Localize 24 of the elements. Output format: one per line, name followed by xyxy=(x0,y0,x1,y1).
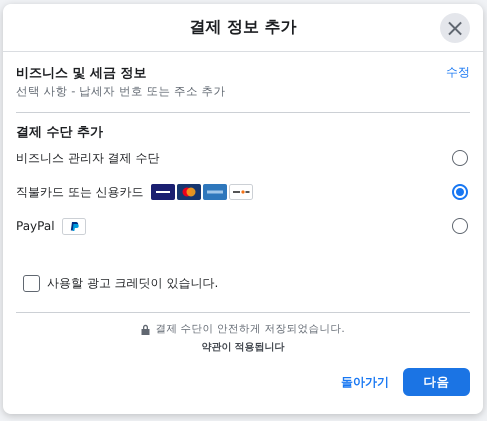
payment-method-label: 비즈니스 관리자 결제 수단 xyxy=(16,150,160,166)
section-title: 결제 수단 추가 xyxy=(16,124,104,141)
terms-link[interactable]: 약관이 적용됩니다 xyxy=(201,340,285,354)
radio-button[interactable] xyxy=(452,150,468,166)
payment-method-label: PayPal xyxy=(16,219,55,233)
next-button[interactable]: 다음 xyxy=(403,368,470,396)
checkbox-label: 사용할 광고 크레딧이 있습니다. xyxy=(47,274,218,292)
back-button[interactable]: 돌아가기 xyxy=(341,374,389,390)
radio-button[interactable] xyxy=(452,184,468,200)
dialog-title: 결제 정보 추가 xyxy=(189,17,297,38)
lock-icon xyxy=(141,324,150,334)
payment-method-label: 직불카드 또는 신용카드 xyxy=(16,184,144,200)
card-icon xyxy=(150,184,175,200)
checkbox[interactable] xyxy=(23,274,40,292)
section-subtitle: 선택 사항 - 납세자 번호 또는 주소 추가 xyxy=(16,84,227,99)
card-icon xyxy=(202,184,227,200)
radio-button[interactable] xyxy=(452,218,468,234)
close-button[interactable]: × xyxy=(440,13,470,43)
card-icon xyxy=(176,184,201,200)
security-note: 결제 수단이 안전하게 저장되었습니다. xyxy=(155,322,345,336)
section-title: 비즈니스 및 세금 정보 xyxy=(16,65,148,82)
paypal-icon xyxy=(62,218,86,234)
edit-link[interactable]: 수정 xyxy=(446,64,470,80)
card-icon xyxy=(228,184,253,200)
